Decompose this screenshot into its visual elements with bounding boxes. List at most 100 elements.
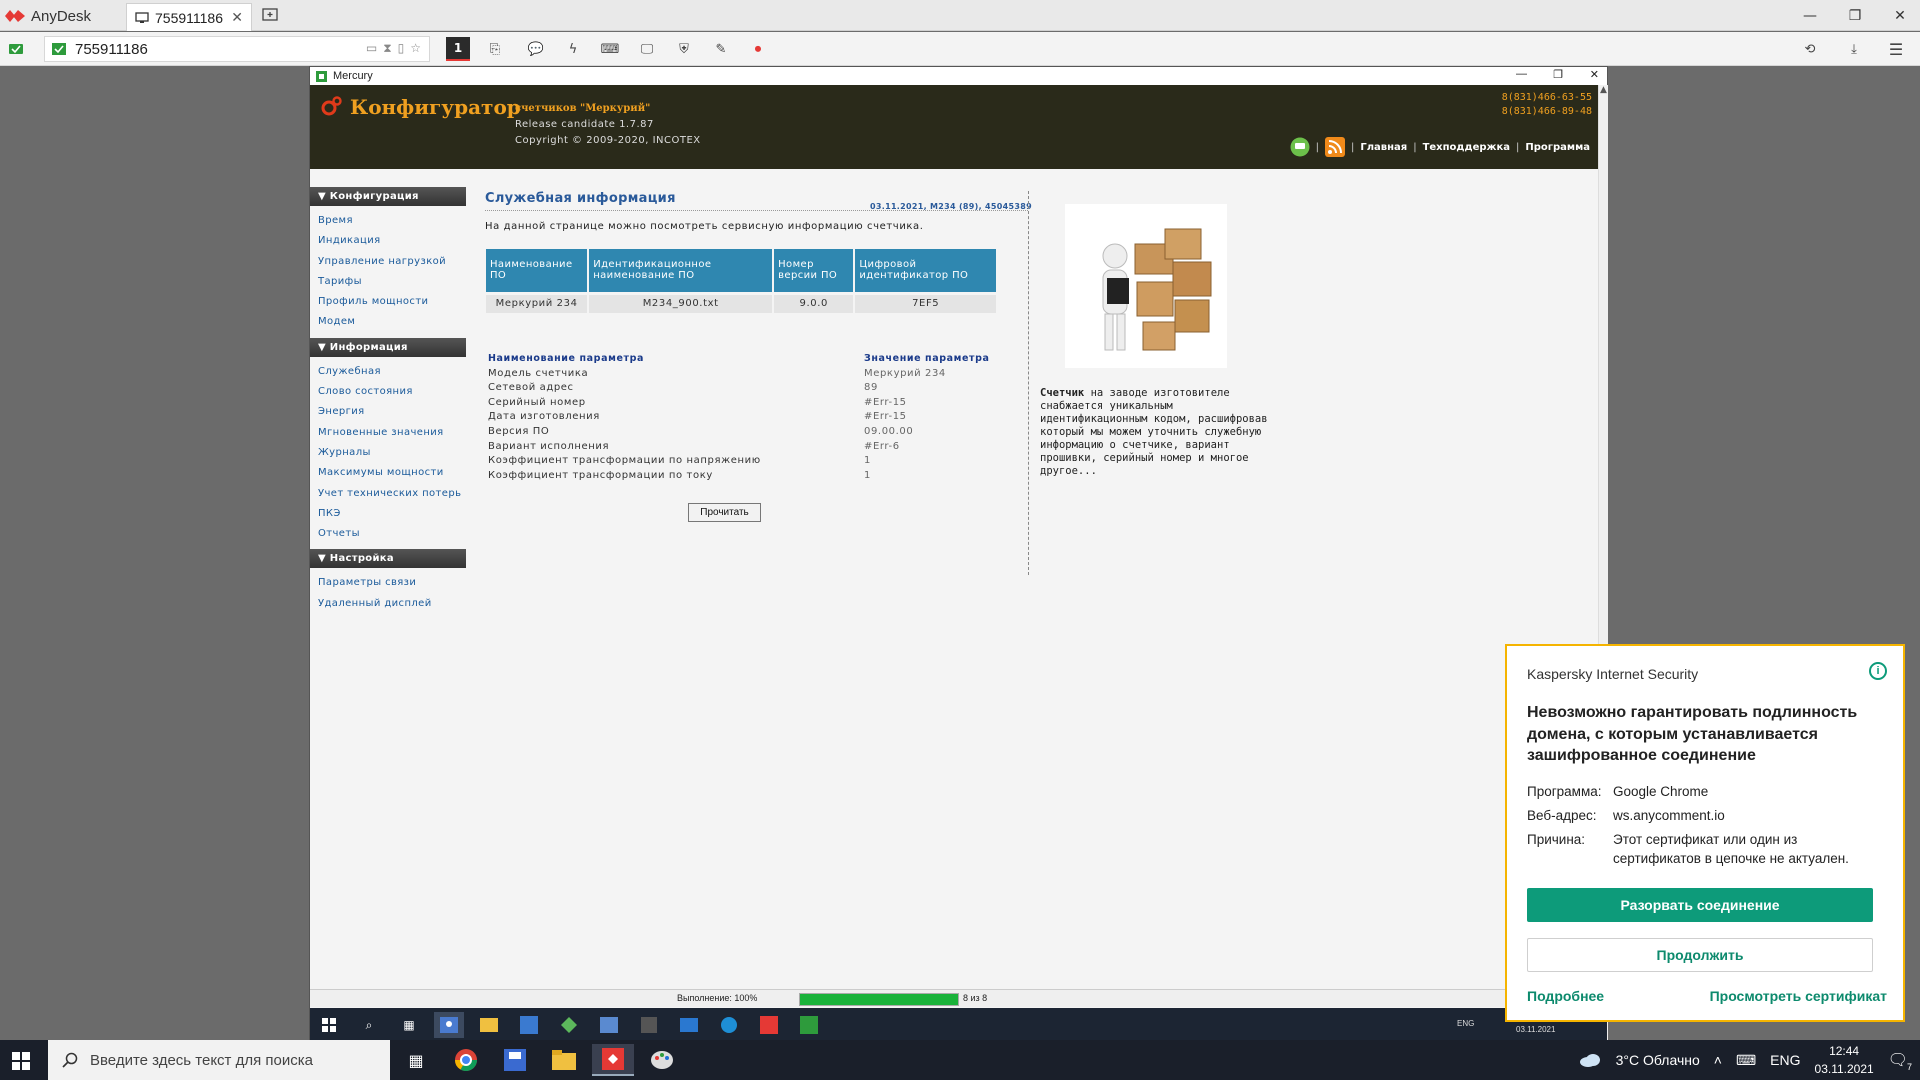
nav-home-link[interactable]: Главная	[1360, 142, 1407, 153]
remote-mercury-icon[interactable]	[794, 1012, 824, 1038]
new-tab-icon[interactable]	[262, 8, 278, 22]
file-icon[interactable]: ▯	[398, 41, 405, 56]
keyboard-tray-icon[interactable]: ⌨	[1736, 1052, 1756, 1069]
sidebar-item-pke[interactable]: ПКЭ	[318, 504, 466, 524]
sidebar-item-service[interactable]: Служебная	[318, 362, 466, 382]
info-icon[interactable]: i	[1869, 662, 1887, 680]
connection-status-icon[interactable]	[6, 39, 26, 59]
view-certificate-link[interactable]: Просмотреть сертификат	[1710, 988, 1887, 1004]
remote-taskview-icon[interactable]: ▦	[394, 1012, 424, 1038]
sidebar-section-config[interactable]: ▼ Конфигурация	[310, 187, 466, 206]
remote-window-titlebar: Mercury — ❐ ✕	[310, 67, 1607, 85]
file-transfer-icon[interactable]: ⎘	[485, 39, 505, 59]
notifications-icon[interactable]: 🗨 7	[1888, 1050, 1912, 1072]
anydesk-tabbar: AnyDesk 755911186 ✕ — ❐ ✕	[0, 0, 1920, 31]
param-value-header: Значение параметра	[864, 353, 990, 364]
chat-icon[interactable]: ▭	[366, 41, 377, 56]
windows-start-icon[interactable]	[12, 1052, 30, 1070]
sidebar-item-tech-losses[interactable]: Учет технических потерь	[318, 484, 466, 504]
sidebar-item-power-max[interactable]: Максимумы мощности	[318, 463, 466, 483]
sidebar-item-connection-params[interactable]: Параметры связи	[318, 573, 466, 593]
language-indicator[interactable]: ENG	[1770, 1052, 1800, 1068]
star-icon[interactable]: ☆	[410, 41, 421, 56]
remote-app-icon[interactable]	[434, 1012, 464, 1038]
task-view-icon[interactable]: ▦	[395, 1044, 437, 1076]
remote-anydesk-icon[interactable]	[754, 1012, 784, 1038]
table-cell: M234_900.txt	[588, 291, 775, 313]
details-link[interactable]: Подробнее	[1527, 988, 1604, 1004]
phone-numbers: 8(831)466-63-55 8(831)466-89-48	[1502, 91, 1592, 119]
page-description: На данной странице можно посмотреть серв…	[485, 221, 924, 232]
remote-search-icon[interactable]: ⌕	[354, 1012, 384, 1038]
chrome-icon[interactable]	[445, 1044, 487, 1076]
download-icon[interactable]: ⤓	[1844, 39, 1864, 59]
nav-support-link[interactable]: Техподдержка	[1423, 142, 1510, 153]
session-tab[interactable]: 755911186 ✕	[126, 3, 252, 31]
sidebar-item-instant-values[interactable]: Мгновенные значения	[318, 423, 466, 443]
chat-bubble-icon[interactable]: 💬	[526, 39, 546, 59]
history-icon[interactable]: ⟲	[1800, 39, 1820, 59]
remote-app5-icon[interactable]	[634, 1012, 664, 1038]
sidebar-item-load-control[interactable]: Управление нагрузкой	[318, 252, 466, 272]
sidebar-item-time[interactable]: Время	[318, 211, 466, 231]
param-name: Версия ПО	[488, 425, 550, 437]
remote-app3-icon[interactable]	[554, 1012, 584, 1038]
weather-text[interactable]: 3°C Облачно	[1616, 1052, 1700, 1068]
clock[interactable]: 12:44 03.11.2021	[1815, 1042, 1874, 1078]
sidebar-item-modem[interactable]: Модем	[318, 312, 466, 332]
scroll-up-icon[interactable]: ▲	[1599, 85, 1608, 95]
param-row: Вариант исполнения #Err-6	[488, 440, 1008, 455]
remote-minimize-icon[interactable]: —	[1516, 68, 1527, 80]
sidebar-item-status-word[interactable]: Слово состояния	[318, 382, 466, 402]
sidebar-item-display[interactable]: Индикация	[318, 231, 466, 251]
remote-edge-icon[interactable]	[714, 1012, 744, 1038]
read-button[interactable]: Прочитать	[688, 503, 761, 522]
save-app-icon[interactable]	[494, 1044, 536, 1076]
remote-app2-icon[interactable]	[514, 1012, 544, 1038]
whiteboard-pen-icon[interactable]: ✎	[711, 39, 731, 59]
param-name: Вариант исполнения	[488, 440, 610, 452]
feedback-chat-icon[interactable]	[1290, 137, 1310, 157]
display-icon[interactable]: 🖵	[637, 39, 657, 59]
remote-explorer-icon[interactable]	[474, 1012, 504, 1038]
rss-icon[interactable]	[1324, 137, 1345, 157]
record-icon[interactable]: ⏺	[748, 39, 768, 59]
anydesk-logo[interactable]: AnyDesk	[4, 6, 91, 26]
remote-lang[interactable]: ENG	[1457, 1019, 1474, 1028]
permissions-shield-icon[interactable]: ⛨	[674, 39, 694, 59]
tray-chevron-icon[interactable]: ˄	[1714, 1052, 1722, 1068]
address-field[interactable]: 755911186 ▭ ⧗ ▯ ☆	[44, 36, 430, 62]
restore-icon[interactable]: ❐	[1845, 6, 1865, 26]
hourglass-icon[interactable]: ⧗	[383, 41, 391, 56]
continue-button[interactable]: Продолжить	[1527, 938, 1873, 972]
sidebar-item-tariffs[interactable]: Тарифы	[318, 272, 466, 292]
actions-lightning-icon[interactable]: ϟ	[563, 39, 583, 59]
sidebar-section-info[interactable]: ▼ Информация	[310, 337, 466, 357]
close-window-icon[interactable]: ✕	[1890, 6, 1910, 26]
remote-app6-icon[interactable]	[674, 1012, 704, 1038]
sidebar-item-reports[interactable]: Отчеты	[318, 524, 466, 544]
app-brand[interactable]: Конфигуратор	[320, 95, 521, 119]
monitor-select-button[interactable]: 1	[446, 37, 470, 61]
keyboard-icon[interactable]: ⌨	[600, 39, 620, 59]
sidebar-item-energy[interactable]: Энергия	[318, 402, 466, 422]
remote-start-icon[interactable]	[314, 1012, 344, 1038]
disconnect-button[interactable]: Разорвать соединение	[1527, 888, 1873, 922]
minimize-icon[interactable]: —	[1800, 6, 1820, 26]
file-explorer-icon[interactable]	[543, 1044, 585, 1076]
remote-close-icon[interactable]: ✕	[1590, 68, 1599, 81]
sidebar-section-settings[interactable]: ▼ Настройка	[310, 549, 466, 569]
taskbar-search-box[interactable]: Введите здесь текст для поиска	[48, 1040, 390, 1080]
sidebar-item-power-profile[interactable]: Профиль мощности	[318, 292, 466, 312]
alert-program-row: Программа: Google Chrome	[1527, 782, 1883, 801]
remote-restore-icon[interactable]: ❐	[1553, 68, 1563, 81]
close-tab-icon[interactable]: ✕	[231, 9, 243, 26]
remote-app4-icon[interactable]	[594, 1012, 624, 1038]
sidebar-item-remote-display[interactable]: Удаленный дисплей	[318, 594, 466, 614]
menu-icon[interactable]: ☰	[1886, 39, 1906, 59]
anydesk-taskbar-icon[interactable]	[592, 1044, 634, 1076]
paint-app-icon[interactable]	[641, 1044, 683, 1076]
nav-program-link[interactable]: Программа	[1525, 142, 1590, 153]
sidebar-item-logs[interactable]: Журналы	[318, 443, 466, 463]
software-table: Наименование ПО Идентификационное наимен…	[486, 249, 998, 313]
